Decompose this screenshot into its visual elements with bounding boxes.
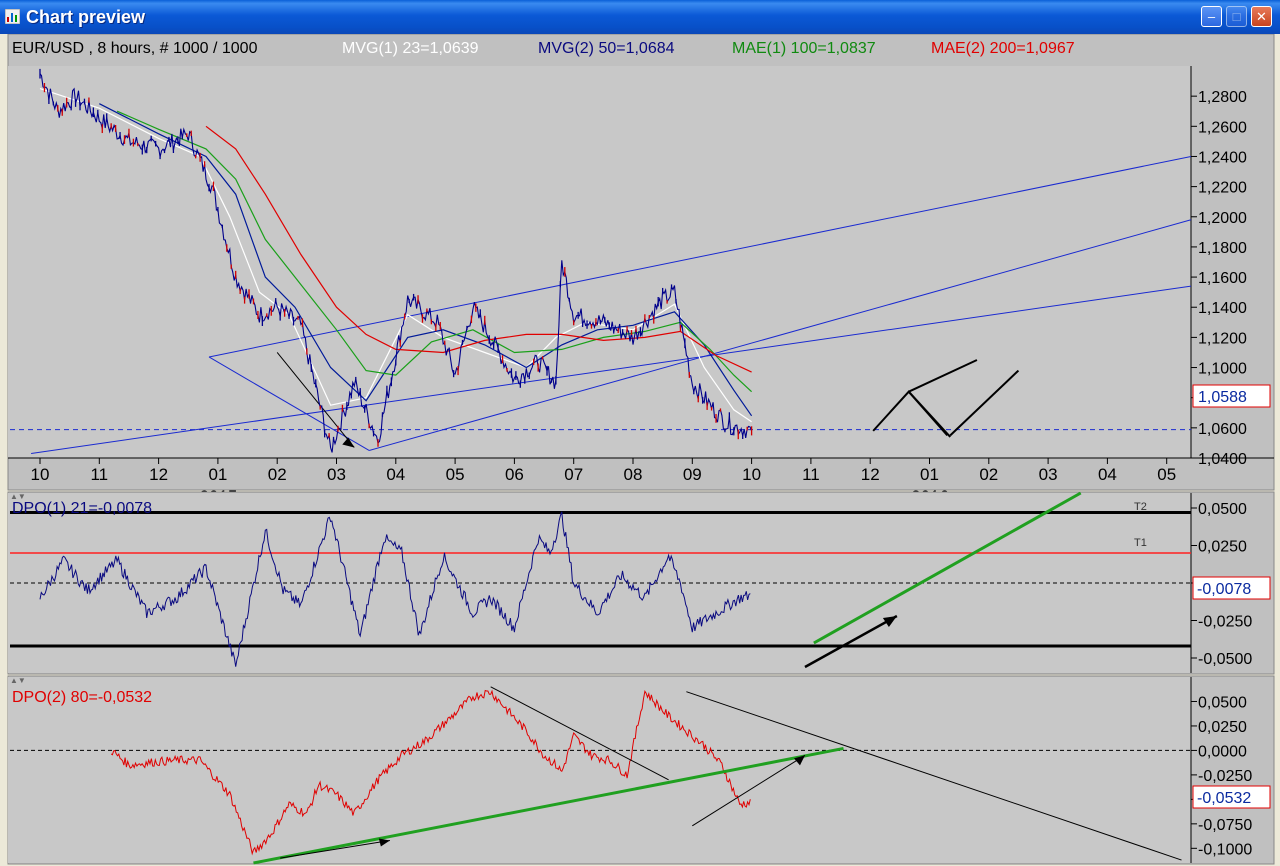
- price-x-tick-label: 01: [208, 465, 227, 484]
- panel-collapse-icon-2[interactable]: ▲▼: [10, 676, 26, 685]
- price-x-tick-label: 05: [446, 465, 465, 484]
- dpo1-y-tick-label: -0,0500: [1198, 651, 1252, 668]
- dpo2-y-tick-label: -0,1000: [1198, 841, 1252, 858]
- price-y-tick-label: 1,0600: [1198, 421, 1247, 438]
- price-x-tick-label: 03: [327, 465, 346, 484]
- price-y-tick-label: 1,1800: [1198, 240, 1247, 257]
- price-x-tick-label: 06: [505, 465, 524, 484]
- dpo2-title: DPO(2) 80=-0,0532: [12, 689, 152, 706]
- price-x-tick-label: 12: [861, 465, 880, 484]
- legend-mae2: MAE(2) 200=1,0967: [931, 40, 1075, 57]
- dpo2-y-tick-label: 0,0250: [1198, 719, 1247, 736]
- panel-collapse-icon[interactable]: ▲▼: [10, 492, 26, 501]
- price-x-tick-label: 10: [31, 465, 50, 484]
- dpo2-y-tick-label: -0,0250: [1198, 768, 1252, 785]
- close-button[interactable]: ✕: [1251, 6, 1272, 27]
- price-x-tick-label: 11: [802, 465, 820, 484]
- app-icon: [5, 9, 20, 24]
- price-y-tick-label: 1,2800: [1198, 89, 1247, 106]
- price-x-tick-label: 07: [564, 465, 583, 484]
- dpo1-y-tick-label: 0,0250: [1198, 539, 1247, 556]
- price-x-tick-label: 09: [683, 465, 702, 484]
- dpo1-title: DPO(1) 21=-0,0078: [12, 500, 152, 517]
- price-x-tick-label: 04: [386, 465, 405, 484]
- price-x-tick-label: 11: [90, 465, 108, 484]
- price-y-tick-label: 1,1600: [1198, 270, 1247, 287]
- legend-symbol: EUR/USD , 8 hours, # 1000 / 1000: [12, 40, 258, 57]
- price-x-tick-label: 12: [149, 465, 168, 484]
- price-y-tick-label: 1,2200: [1198, 180, 1247, 197]
- dpo2-y-tick-label: 0,0500: [1198, 694, 1247, 711]
- legend-mae1: MAE(1) 100=1,0837: [732, 40, 876, 57]
- price-x-tick-label: 05: [1157, 465, 1176, 484]
- dpo2-y-tick-label: 0,0000: [1198, 743, 1247, 760]
- price-current-value: 1,0588: [1198, 389, 1247, 406]
- dpo1-y-tick-label: 0,0500: [1198, 501, 1247, 518]
- price-y-tick-label: 1,2600: [1198, 119, 1247, 136]
- legend-mvg2: MVG(2) 50=1,0684: [538, 40, 675, 57]
- t1-label: T1: [1134, 537, 1147, 549]
- chart-area[interactable]: 1,2800 1,2600 1,2400 1,2200 1,2000 1,1800 1,16…: [0, 34, 1280, 866]
- price-x-tick-label: 10: [742, 465, 761, 484]
- price-x-tick-label: 03: [1039, 465, 1058, 484]
- legend-mvg1: MVG(1) 23=1,0639: [342, 40, 479, 57]
- price-y-tick-label: 1,1000: [1198, 361, 1247, 378]
- price-x-tick-label: 01: [920, 465, 939, 484]
- price-x-tick-label: 04: [1098, 465, 1117, 484]
- title-bar: Chart preview – □ ✕: [0, 0, 1280, 34]
- dpo1-y-tick-label: -0,0250: [1198, 614, 1252, 631]
- t2-label: T2: [1134, 501, 1147, 513]
- price-x-tick-label: 08: [624, 465, 643, 484]
- price-x-tick-label: 02: [979, 465, 998, 484]
- price-plot: [8, 66, 1191, 458]
- price-x-tick-label: 02: [268, 465, 287, 484]
- dpo1-current-value: -0,0078: [1197, 581, 1251, 598]
- price-y-tick-label: 1,2000: [1198, 210, 1247, 227]
- price-y-tick-label: 1,1200: [1198, 330, 1247, 347]
- maximize-button[interactable]: □: [1226, 6, 1247, 27]
- price-y-tick-label: 1,0400: [1198, 451, 1247, 468]
- window-title: Chart preview: [26, 7, 146, 27]
- price-y-tick-label: 1,2400: [1198, 149, 1247, 166]
- dpo2-current-value: -0,0532: [1197, 790, 1251, 807]
- dpo2-y-tick-label: -0,0750: [1198, 817, 1252, 834]
- price-y-tick-label: 1,1400: [1198, 300, 1247, 317]
- dpo2-plot: [8, 677, 1191, 863]
- minimize-button[interactable]: –: [1201, 6, 1222, 27]
